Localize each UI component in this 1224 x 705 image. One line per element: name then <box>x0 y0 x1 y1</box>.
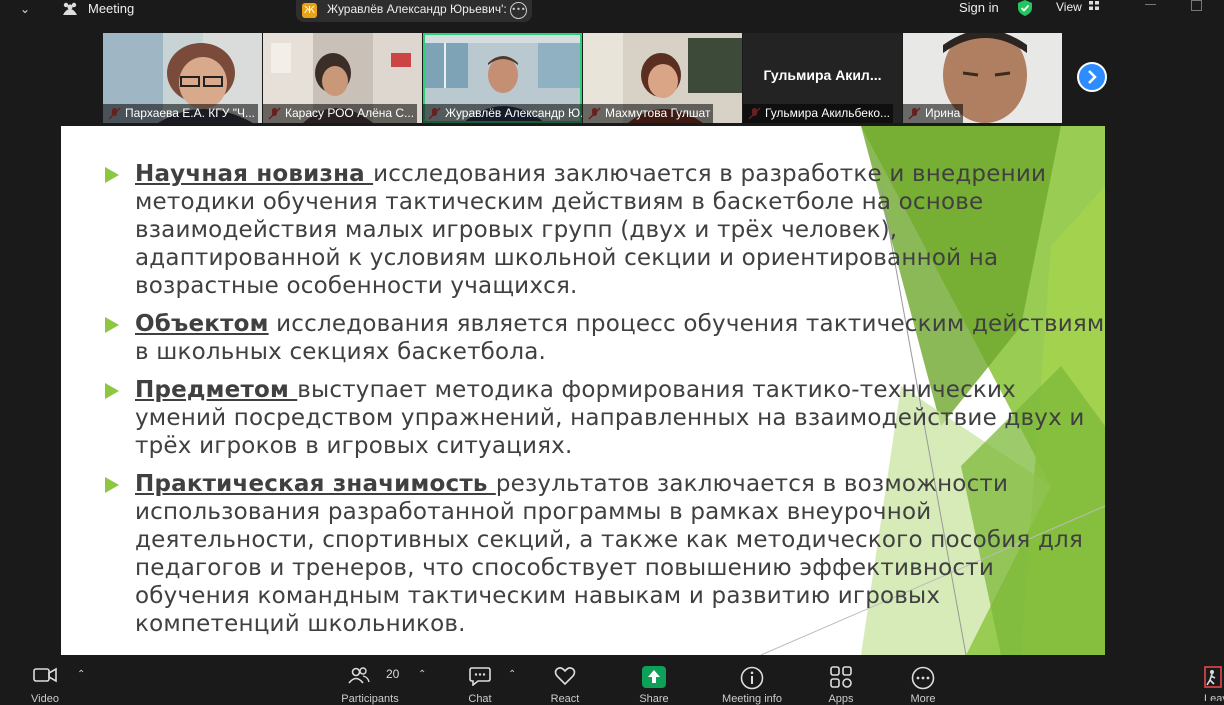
slide-bullet-list: Научная новизна исследования заключается… <box>105 160 1105 648</box>
bullet-text-line: трёх игроков в игровых ситуациях. <box>135 433 573 459</box>
participant-display-name: Гульмира Акил... <box>763 67 882 83</box>
bullet-text-line: выступает методика формирования тактико-… <box>297 377 1016 403</box>
participant-name: Гульмира Акильбеко... <box>743 104 894 123</box>
bullet-research-object: Объектом исследования является процесс о… <box>105 310 1105 366</box>
bullet-text-line: взаимодействия малых игровых групп (двух… <box>135 217 898 243</box>
bullet-research-subject: Предметом выступает методика формировани… <box>105 376 1105 460</box>
chat-options-caret-icon[interactable]: ⌃ <box>508 669 516 680</box>
participants-options-caret-icon[interactable]: ⌃ <box>418 669 426 680</box>
bullet-term: Объектом <box>135 311 269 337</box>
participant-video-tile[interactable]: Гульмира Акил... Гульмира Акильбеко... <box>743 33 902 123</box>
share-screen-icon <box>642 666 666 688</box>
react-label: React <box>550 693 580 705</box>
bullet-term: Предметом <box>135 377 298 403</box>
chevron-right-icon <box>1088 70 1097 84</box>
video-label: Video <box>31 693 59 705</box>
bullet-text-line: методики обучения тактическим действиям … <box>135 189 984 215</box>
sign-in-button[interactable]: Sign in <box>959 0 999 15</box>
bullet-text-line: исследования является процесс обучения т… <box>268 311 1105 337</box>
bullet-text-line: в школьных секциях баскетбола. <box>135 339 547 365</box>
bullet-arrow-icon <box>105 383 119 399</box>
bullet-term: Практическая значимость <box>135 471 496 497</box>
security-shield-icon[interactable] <box>1017 0 1033 16</box>
bullet-text-line: педагогов и тренеров, что способствует п… <box>135 555 994 581</box>
apps-button[interactable]: Apps <box>818 655 864 705</box>
view-button[interactable]: View <box>1056 0 1082 14</box>
bullet-scientific-novelty: Научная новизна исследования заключается… <box>105 160 1105 300</box>
bullet-text-line: умений посредством упражнений, направлен… <box>135 405 1085 431</box>
participant-video-tile-active[interactable]: Журавлёв Александр Ю... <box>423 33 582 123</box>
participant-name: Карасу РОО Алёна С... <box>263 104 418 123</box>
more-icon <box>911 666 935 690</box>
participant-video-tile[interactable]: Ирина <box>903 33 1062 123</box>
meeting-info-button[interactable]: Meeting info <box>711 655 793 705</box>
participant-video-tile[interactable]: Карасу РОО Алёна С... <box>263 33 422 123</box>
bullet-practical-significance: Практическая значимость результатов закл… <box>105 470 1105 638</box>
meeting-icon <box>63 2 77 15</box>
participants-label: Participants <box>341 693 399 705</box>
bullet-text-line: адаптированной к условиям школьной секци… <box>135 245 999 271</box>
more-button[interactable]: More <box>900 655 946 705</box>
bullet-arrow-icon <box>105 477 119 493</box>
participants-video-strip: Пархаева Е.А. КГУ "Ч... Карасу РОО Алёна… <box>103 33 1063 123</box>
minimize-window-icon[interactable] <box>1145 4 1156 5</box>
speaker-name: Журавлёв Александр Юрьевич': <box>327 2 507 16</box>
participants-icon <box>348 667 370 684</box>
maximize-window-icon[interactable] <box>1191 0 1202 11</box>
video-camera-icon <box>33 667 57 683</box>
more-label: More <box>910 693 936 705</box>
leave-label: Leave <box>1204 693 1224 701</box>
bullet-text-line: компетенций школьников. <box>135 611 466 637</box>
video-options-caret-icon[interactable]: ⌃ <box>77 669 85 680</box>
heart-icon <box>554 667 576 686</box>
meeting-title[interactable]: Meeting <box>88 1 134 16</box>
bullet-text-line: обучения командным тактическим навыкам и… <box>135 583 941 609</box>
info-icon <box>740 666 764 690</box>
more-options-icon[interactable]: ••• <box>510 2 527 19</box>
chat-icon <box>469 667 491 686</box>
share-label: Share <box>639 693 669 705</box>
bullet-arrow-icon <box>105 317 119 333</box>
share-button[interactable]: Share <box>631 655 677 705</box>
leave-icon <box>1204 666 1222 688</box>
bullet-text-line: результатов заключается в возможности <box>495 471 1009 497</box>
bullet-text-line: исследования заключается в разработке и … <box>373 161 1047 187</box>
next-participants-button[interactable] <box>1077 62 1107 92</box>
shared-screen-slide: Научная новизна исследования заключается… <box>61 126 1105 655</box>
bullet-text-line: использования разработанной программы в … <box>135 499 932 525</box>
chat-label: Chat <box>468 693 492 705</box>
bullet-arrow-icon <box>105 167 119 183</box>
speaker-avatar: Ж <box>302 3 317 18</box>
meeting-top-bar: ⌄ Meeting Ж Журавлёв Александр Юрьевич':… <box>0 0 1224 30</box>
bullet-text-line: деятельности, спортивных секций, а также… <box>135 527 1083 553</box>
participant-name: Журавлёв Александр Ю... <box>423 104 582 123</box>
meeting-info-label: Meeting info <box>722 693 782 705</box>
apps-icon <box>830 666 852 688</box>
participant-name: Махмутова Гулшат <box>583 104 714 123</box>
chat-button[interactable]: Chat <box>458 655 502 705</box>
meeting-controls-toolbar: Video ⌃ Participants 20 ⌃ Chat ⌃ React S… <box>0 655 1224 705</box>
active-speaker-indicator[interactable]: Ж Журавлёв Александр Юрьевич': ••• <box>296 0 532 22</box>
collapse-chevron-icon[interactable]: ⌄ <box>20 2 30 16</box>
participants-count: 20 <box>386 667 400 681</box>
participant-video-tile[interactable]: Махмутова Гулшат <box>583 33 742 123</box>
grid-view-icon[interactable] <box>1089 1 1099 10</box>
video-button[interactable]: Video <box>22 655 68 705</box>
participant-video-tile[interactable]: Пархаева Е.А. КГУ "Ч... <box>103 33 262 123</box>
leave-button[interactable]: Leave <box>1200 655 1224 701</box>
bullet-text-line: возрастные особенности учащихся. <box>135 273 578 299</box>
react-button[interactable]: React <box>542 655 588 705</box>
participant-name: Ирина <box>903 104 964 123</box>
participant-name: Пархаева Е.А. КГУ "Ч... <box>103 104 259 123</box>
apps-label: Apps <box>828 693 854 705</box>
bullet-term: Научная новизна <box>135 161 374 187</box>
